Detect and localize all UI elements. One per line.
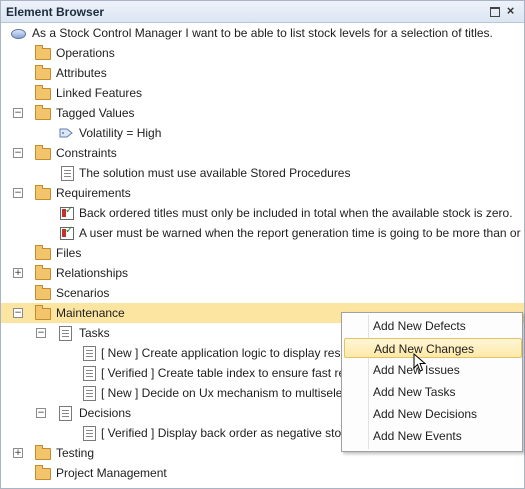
folder-icon: [35, 465, 51, 480]
collapse-icon[interactable]: −: [13, 188, 23, 198]
tree-item-label: [ New ] Decide on Ux mechanism to multis…: [101, 386, 343, 400]
menu-item-add-new-decisions[interactable]: Add New Decisions: [344, 404, 520, 424]
tree-item-tagged-values[interactable]: − Tagged Values: [1, 103, 524, 123]
title-bar: Element Browser ×: [1, 1, 524, 23]
close-button[interactable]: ×: [504, 4, 517, 18]
collapse-icon[interactable]: −: [36, 328, 46, 338]
tree-item-files[interactable]: Files: [1, 243, 524, 263]
tree-item-label: Files: [56, 246, 82, 260]
tree-item-requirement[interactable]: Back ordered titles must only be include…: [1, 203, 524, 223]
tree-item-attributes[interactable]: Attributes: [1, 63, 524, 83]
tree-item-label: Linked Features: [56, 86, 143, 100]
collapse-icon[interactable]: −: [13, 308, 23, 318]
tree-item-relationships[interactable]: + Relationships: [1, 263, 524, 283]
tree-item-volatility[interactable]: Volatility = High: [1, 123, 524, 143]
tree-item-label: Scenarios: [56, 286, 110, 300]
expand-icon[interactable]: +: [13, 268, 23, 278]
tree-item-operations[interactable]: Operations: [1, 43, 524, 63]
tree-item-label: [ Verified ] Create table index to ensur…: [101, 366, 346, 380]
tree-item-label: Maintenance: [56, 306, 125, 320]
menu-item-add-new-issues[interactable]: Add New Issues: [344, 360, 520, 380]
tree-item-label: As a Stock Control Manager I want to be …: [32, 26, 493, 40]
tree-item-label: Project Management: [56, 466, 167, 480]
tree-item-label: Constraints: [56, 146, 117, 160]
menu-item-add-new-tasks[interactable]: Add New Tasks: [344, 382, 520, 402]
tree-item-label: Testing: [56, 446, 95, 460]
folder-icon: [35, 445, 51, 460]
tree-item-constraints[interactable]: − Constraints: [1, 143, 524, 163]
collapse-icon[interactable]: −: [13, 148, 23, 158]
folder-icon: [35, 145, 51, 160]
folder-icon: [35, 65, 51, 80]
maximize-icon: [489, 7, 500, 17]
window-title: Element Browser: [6, 5, 105, 19]
menu-item-add-new-changes[interactable]: Add New Changes: [344, 338, 522, 358]
folder-icon: [35, 45, 51, 60]
task-icon: [83, 346, 99, 361]
folder-icon: [35, 285, 51, 300]
tree-item-constraint[interactable]: The solution must use available Stored P…: [1, 163, 524, 183]
menu-item-add-new-defects[interactable]: Add New Defects: [344, 316, 520, 336]
decision-icon: [83, 426, 99, 441]
tree-item-label: Operations: [56, 46, 115, 60]
tree-item-linked-features[interactable]: Linked Features: [1, 83, 524, 103]
folder-icon: [35, 245, 51, 260]
folder-icon: [35, 105, 51, 120]
folder-icon: [35, 85, 51, 100]
tree-item-project-management[interactable]: Project Management: [1, 463, 524, 483]
tree-item-label: [ Verified ] Display back order as negat…: [101, 426, 348, 440]
tree-item-label: [ New ] Create application logic to disp…: [101, 346, 341, 360]
context-menu: Add New Defects Add New Changes Add New …: [341, 312, 523, 452]
tree-item-label: Relationships: [56, 266, 129, 280]
collapse-icon[interactable]: −: [36, 408, 46, 418]
folder-icon: [35, 265, 51, 280]
tree-item-label: Tasks: [79, 326, 110, 340]
tree-item-label: Requirements: [56, 186, 131, 200]
use-case-icon: [11, 26, 27, 40]
task-group-icon: [59, 326, 75, 341]
tree-item-label: Back ordered titles must only be include…: [79, 206, 513, 220]
collapse-icon[interactable]: −: [13, 108, 23, 118]
task-icon: [83, 366, 99, 381]
mouse-cursor-icon: [413, 353, 427, 372]
tree-item-requirements[interactable]: − Requirements: [1, 183, 524, 203]
expand-icon[interactable]: +: [13, 448, 23, 458]
maximize-button[interactable]: [488, 5, 501, 18]
requirement-icon: [60, 205, 76, 220]
tree-item-root[interactable]: As a Stock Control Manager I want to be …: [1, 23, 524, 43]
tree-item-label: A user must be warned when the report ge…: [79, 226, 521, 240]
tree-item-label: Attributes: [56, 66, 107, 80]
requirement-icon: [60, 225, 76, 240]
tree-item-label: Tagged Values: [56, 106, 135, 120]
decision-group-icon: [59, 406, 75, 421]
tag-icon: [59, 126, 75, 140]
tree-item-scenarios[interactable]: Scenarios: [1, 283, 524, 303]
tree-item-label: The solution must use available Stored P…: [79, 166, 351, 180]
tree-item-label: Volatility = High: [79, 126, 162, 140]
task-icon: [83, 386, 99, 401]
tree-item-label: Decisions: [79, 406, 132, 420]
folder-icon: [35, 185, 51, 200]
tree-item-requirement[interactable]: A user must be warned when the report ge…: [1, 223, 524, 243]
menu-item-add-new-events[interactable]: Add New Events: [344, 426, 520, 446]
folder-icon: [35, 305, 51, 320]
constraint-icon: [61, 166, 77, 181]
